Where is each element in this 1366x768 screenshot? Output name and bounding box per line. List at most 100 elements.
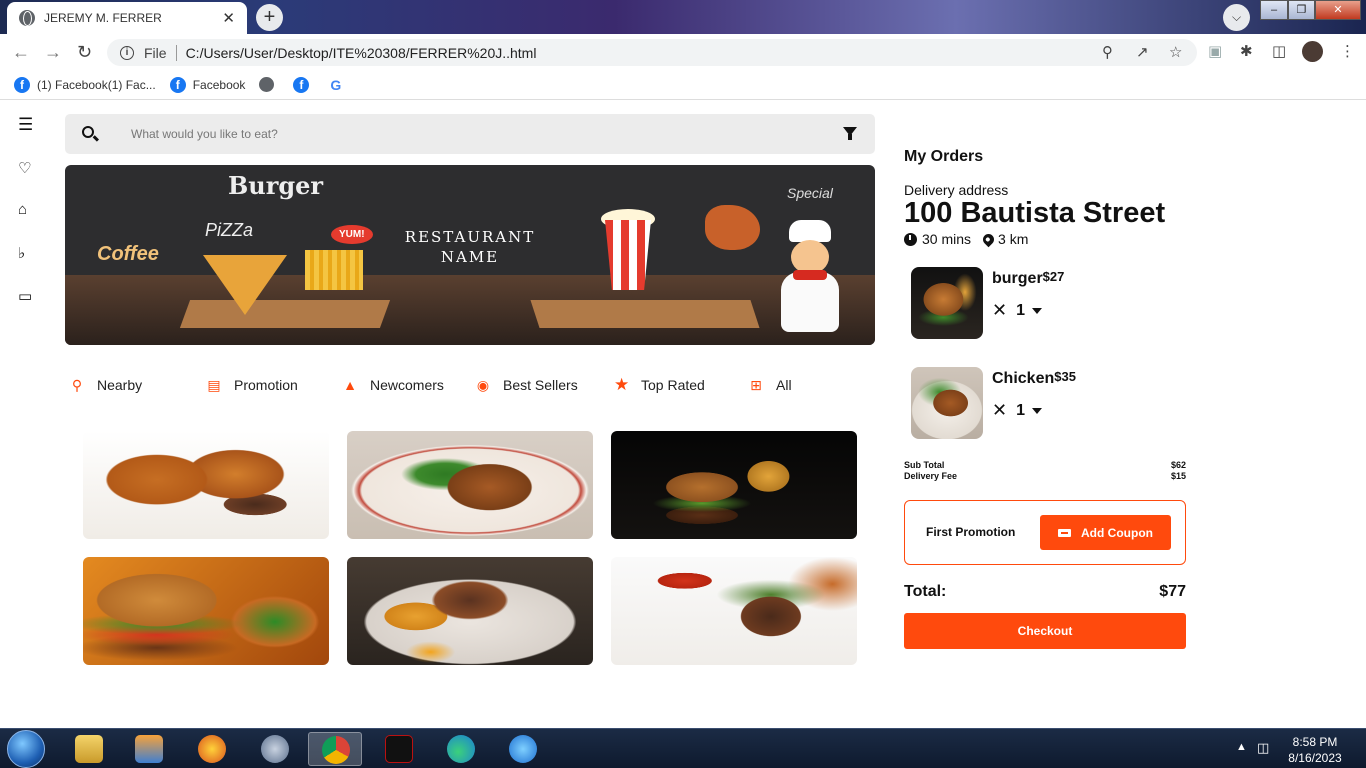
category-top-rated[interactable]: ★ Top Rated <box>614 371 705 399</box>
bookmark-item[interactable]: G <box>330 77 341 93</box>
banner-pizza-text: PiZZa <box>205 220 254 240</box>
share-icon[interactable]: ↗ <box>1136 43 1149 61</box>
order-item-qty-row: ✕ 1 <box>992 400 1042 421</box>
tab-title: JEREMY M. FERRER <box>44 11 162 25</box>
category-promotion[interactable]: ▤ Promotion <box>207 371 297 399</box>
tab-search-icon[interactable]: ⌵ <box>1223 4 1250 31</box>
info-icon[interactable]: i <box>120 45 134 60</box>
reload-icon[interactable]: ↻ <box>77 42 92 63</box>
taskbar-edge[interactable] <box>434 732 488 766</box>
star-icon: ★ <box>614 375 630 394</box>
add-coupon-button[interactable]: Add Coupon <box>1040 515 1171 550</box>
qty-dropdown-icon[interactable] <box>1032 407 1042 414</box>
taskbar-media-player[interactable] <box>122 732 176 766</box>
bell-icon[interactable]: ♭ <box>18 244 25 262</box>
puzzle-icon[interactable]: ✱ <box>1240 42 1253 60</box>
total-label: Total: <box>904 583 947 600</box>
close-window-button[interactable]: ✕ <box>1315 0 1361 20</box>
bookmark-label: Facebook <box>192 77 246 92</box>
globe-icon <box>259 77 275 92</box>
browser-tab[interactable]: JEREMY M. FERRER ✕ <box>7 2 247 34</box>
delivery-address: 100 Bautista Street <box>904 197 1166 229</box>
browser-tabstrip: JEREMY M. FERRER ✕ + ⌵ – ❐ ✕ <box>0 0 1366 34</box>
taskbar-file-explorer[interactable] <box>62 732 116 766</box>
food-card-steak-potatoes[interactable] <box>347 557 593 665</box>
qty-dropdown-icon[interactable] <box>1032 307 1042 314</box>
address-bar[interactable]: i File C:/Users/User/Desktop/ITE%20308/F… <box>107 39 1197 66</box>
taskbar-clock[interactable]: 8:58 PM 8/16/2023 <box>1282 734 1348 766</box>
home-icon[interactable]: ⌂ <box>18 201 27 218</box>
zoom-icon[interactable]: ⚲ <box>1102 43 1113 61</box>
category-newcomers[interactable]: ▲ Newcomers <box>343 371 444 399</box>
globe-icon <box>19 10 35 26</box>
category-label: Top Rated <box>641 377 705 393</box>
checkout-button[interactable]: Checkout <box>904 613 1186 649</box>
delivery-fee-row: Delivery Fee $15 <box>904 471 1186 481</box>
tab-close-icon[interactable]: ✕ <box>222 9 235 27</box>
pizza-slice-illustration <box>203 255 287 315</box>
taskbar-game-app-2[interactable] <box>248 732 302 766</box>
search-icon[interactable] <box>82 126 94 138</box>
category-nearby[interactable]: ⚲ Nearby <box>70 371 142 399</box>
restaurant-banner: Burger PiZZa Coffee Special YUM! RESTAUR… <box>65 165 875 345</box>
award-icon: ◉ <box>476 376 490 393</box>
order-item-qty: 1 <box>1016 301 1025 319</box>
category-best-sellers[interactable]: ◉ Best Sellers <box>476 371 578 399</box>
start-button[interactable] <box>7 730 45 768</box>
bookmark-item[interactable]: f (1) Facebook(1) Fac... <box>14 76 156 93</box>
bookmark-item[interactable]: f Facebook <box>169 76 246 93</box>
maximize-button[interactable]: ❐ <box>1288 0 1315 20</box>
total-value: $77 <box>1159 583 1186 600</box>
heart-icon[interactable]: ♡ <box>18 159 31 177</box>
back-icon[interactable]: ← <box>12 42 30 63</box>
order-item-name-row: burger$27 <box>992 269 1064 288</box>
banner-yum-text: YUM! <box>331 225 373 244</box>
profile-avatar[interactable] <box>1302 41 1323 62</box>
search-input[interactable] <box>131 123 731 145</box>
food-card-burger[interactable] <box>83 557 329 665</box>
food-card-burger-fries[interactable] <box>611 431 857 539</box>
delivery-distance: 3 km <box>998 231 1029 247</box>
promotion-label: First Promotion <box>926 525 1016 539</box>
side-panel-icon[interactable]: ◫ <box>1272 42 1286 60</box>
tray-expand-icon[interactable]: ▲ <box>1236 741 1247 753</box>
taskbar-garena[interactable] <box>372 732 426 766</box>
food-card-roast-chicken[interactable] <box>347 431 593 539</box>
extension-icon[interactable]: ▣ <box>1208 42 1222 60</box>
bookmark-item[interactable]: f <box>293 76 316 93</box>
grid-icon: ⊞ <box>750 376 762 393</box>
hamburger-menu-icon[interactable]: ☰ <box>18 115 33 135</box>
filter-icon[interactable] <box>843 127 857 140</box>
order-item-price: $27 <box>1042 269 1065 284</box>
wings-illustration <box>705 205 760 250</box>
banner-coffee-text: Coffee <box>97 243 159 265</box>
bookmark-item[interactable] <box>259 77 279 92</box>
internet-explorer-icon <box>509 735 537 763</box>
minimize-button[interactable]: – <box>1260 0 1288 20</box>
facebook-icon: f <box>14 76 30 93</box>
taskbar-internet-explorer[interactable] <box>496 732 550 766</box>
taskbar-chrome[interactable] <box>308 732 362 766</box>
location-pin-icon <box>980 231 997 247</box>
food-card-gourmet-burger[interactable] <box>611 557 857 665</box>
order-item-name: Chicken <box>992 370 1055 387</box>
order-item-name: burger <box>992 270 1043 287</box>
taskbar-game-app[interactable] <box>185 732 239 766</box>
credit-card-icon[interactable]: ▭ <box>18 287 32 305</box>
remove-item-icon[interactable]: ✕ <box>992 300 1007 321</box>
category-all[interactable]: ⊞ All <box>749 371 791 399</box>
order-item-name-row: Chicken$35 <box>992 369 1076 388</box>
delivery-address-label: Delivery address <box>904 182 1009 198</box>
banner-burger-text: Burger <box>228 171 324 200</box>
facebook-icon: f <box>293 76 310 93</box>
address-scheme: File <box>144 44 167 61</box>
order-item-qty-row: ✕ 1 <box>992 300 1042 321</box>
forward-icon[interactable]: → <box>44 42 62 63</box>
new-tab-button[interactable]: + <box>256 4 283 31</box>
food-card-fried-chicken[interactable] <box>83 431 329 539</box>
bookmark-star-icon[interactable]: ☆ <box>1169 43 1182 61</box>
network-icon[interactable]: ◫ <box>1257 740 1269 756</box>
remove-item-icon[interactable]: ✕ <box>992 400 1007 421</box>
menu-kebab-icon[interactable]: ⋮ <box>1340 42 1355 60</box>
address-url[interactable]: C:/Users/User/Desktop/ITE%20308/FERRER%2… <box>186 45 537 61</box>
